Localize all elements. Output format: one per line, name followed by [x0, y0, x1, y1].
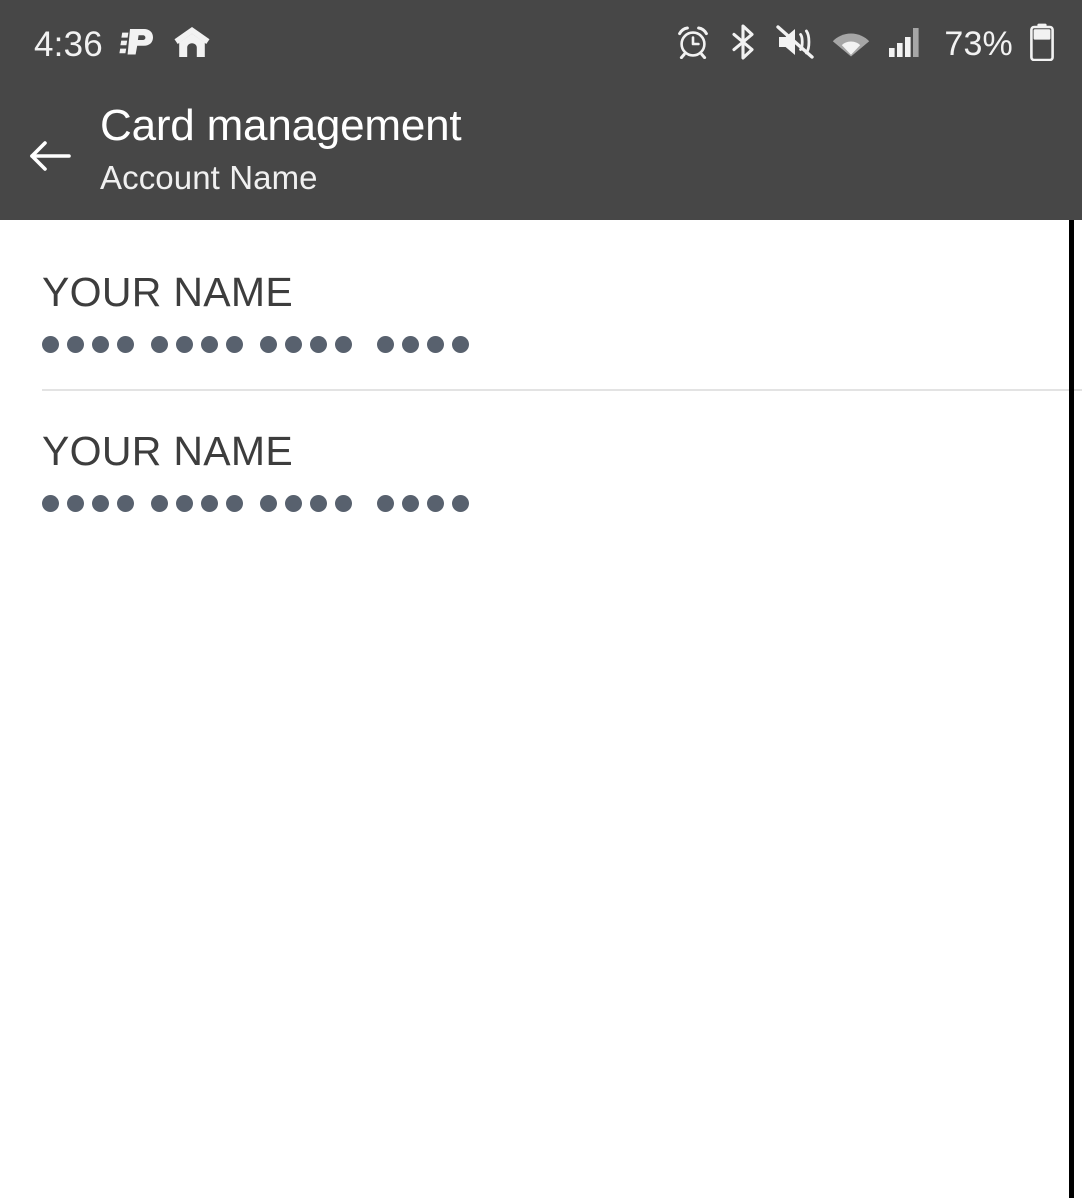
mask-dot	[67, 494, 84, 512]
mask-dot	[377, 494, 394, 512]
battery-icon	[1030, 23, 1054, 66]
card-number-masked	[42, 493, 1082, 513]
home-icon	[173, 23, 211, 66]
status-bar-clock: 4:36	[34, 24, 103, 64]
card-holder-name: YOUR NAME	[42, 269, 294, 315]
mask-dot	[377, 335, 394, 353]
app-logo-p-icon	[119, 23, 157, 66]
alarm-clock-icon	[676, 25, 710, 64]
mask-dot	[335, 335, 352, 353]
mask-dot	[260, 494, 277, 512]
mask-dot	[226, 494, 243, 512]
mask-dot	[42, 494, 59, 512]
card-number-group	[42, 494, 134, 512]
app-bar-titles: Card management Account Name	[100, 88, 462, 198]
mask-dot	[201, 494, 218, 512]
battery-percent-label: 73%	[944, 24, 1013, 63]
phone-screen: 4:36 73% Card management Account Name YO…	[0, 0, 1082, 1198]
mask-dot	[226, 335, 243, 353]
card-number-masked	[42, 334, 1082, 354]
mask-dot	[452, 335, 469, 353]
mask-dot	[285, 494, 302, 512]
mask-dot	[201, 335, 218, 353]
cellular-signal-icon	[888, 26, 924, 63]
mask-dot	[452, 494, 469, 512]
mask-dot	[285, 335, 302, 353]
card-list-item[interactable]: YOUR NAME	[0, 391, 1082, 551]
card-number-group	[260, 494, 352, 512]
mask-dot	[92, 335, 109, 353]
mask-dot	[402, 494, 419, 512]
mask-dot	[117, 494, 134, 512]
card-number-group	[377, 335, 469, 353]
page-title: Card management	[100, 101, 462, 150]
status-bar-right: 73%	[676, 23, 1054, 66]
mask-dot	[92, 494, 109, 512]
mask-dot	[310, 494, 327, 512]
mask-dot	[427, 494, 444, 512]
back-button[interactable]	[0, 88, 100, 220]
right-edge-rule	[1069, 220, 1074, 1198]
status-bar-left: 4:36	[34, 23, 211, 66]
card-list-item[interactable]: YOUR NAME	[0, 220, 1082, 389]
page-subtitle: Account Name	[100, 159, 318, 197]
mask-dot	[151, 335, 168, 353]
mask-dot	[402, 335, 419, 353]
wifi-icon	[831, 27, 871, 62]
content-area: YOUR NAME YOUR NAME	[0, 220, 1082, 1198]
mask-dot	[42, 335, 59, 353]
card-number-group	[42, 335, 134, 353]
mask-dot	[176, 494, 193, 512]
volume-mute-vibrate-icon	[776, 24, 815, 64]
mask-dot	[117, 335, 134, 353]
mask-dot	[67, 335, 84, 353]
card-list: YOUR NAME YOUR NAME	[0, 220, 1082, 551]
card-number-group	[151, 335, 243, 353]
mask-dot	[335, 494, 352, 512]
app-bar: Card management Account Name	[0, 88, 1082, 220]
arrow-left-icon	[22, 128, 78, 189]
card-number-group	[377, 494, 469, 512]
card-number-group	[260, 335, 352, 353]
mask-dot	[310, 335, 327, 353]
mask-dot	[151, 494, 168, 512]
status-bar: 4:36 73%	[0, 0, 1082, 88]
card-holder-name: YOUR NAME	[42, 428, 294, 474]
bluetooth-icon	[727, 23, 759, 65]
mask-dot	[427, 335, 444, 353]
mask-dot	[260, 335, 277, 353]
card-number-group	[151, 494, 243, 512]
mask-dot	[176, 335, 193, 353]
